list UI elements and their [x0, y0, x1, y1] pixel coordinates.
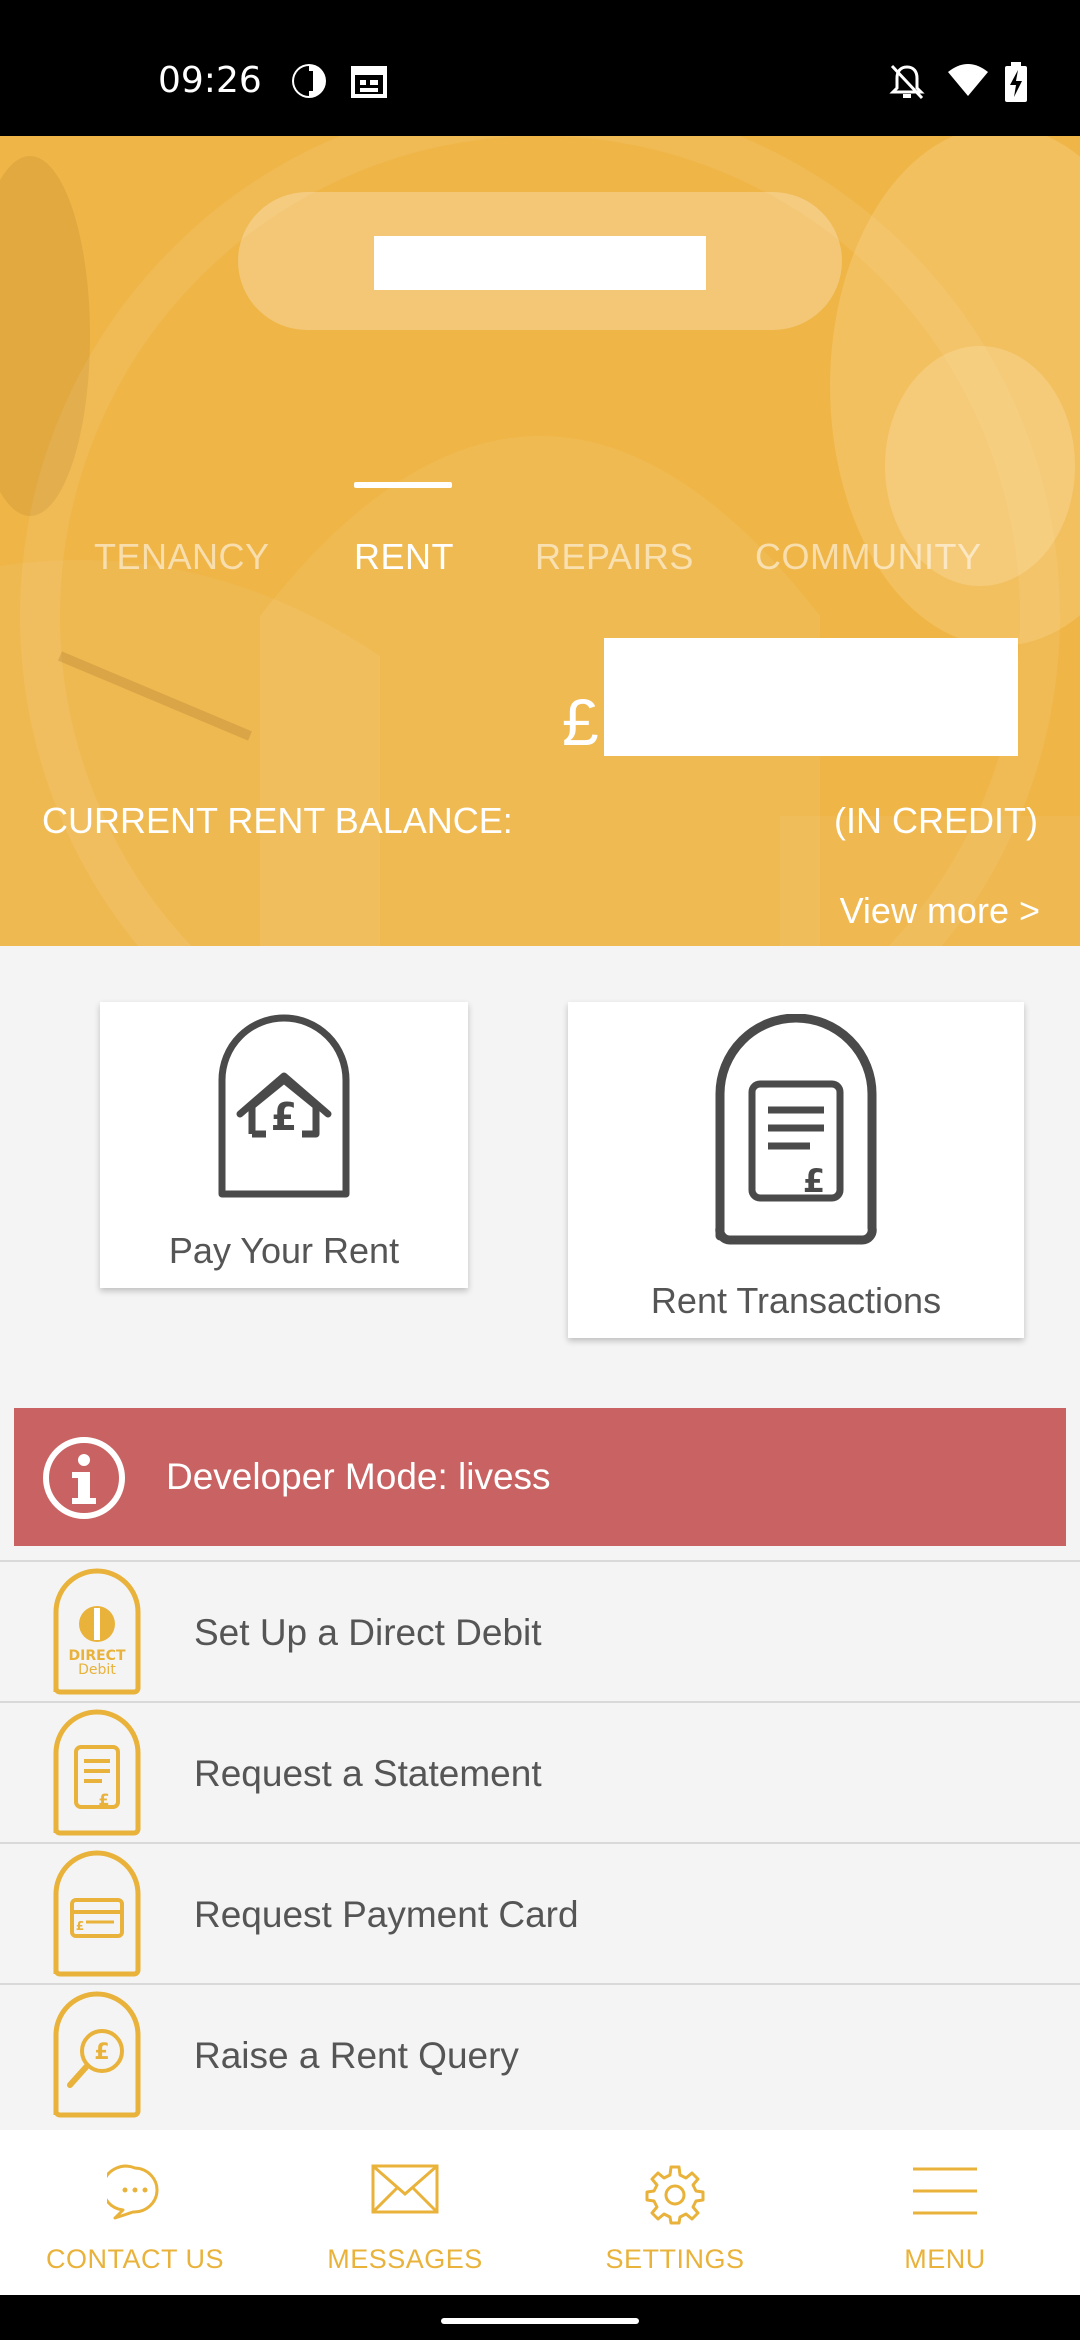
nav-label: SETTINGS	[605, 2244, 745, 2274]
svg-text:£: £	[98, 1790, 109, 1809]
bottom-navigation: CONTACT US MESSAGES SETTINGS MENU	[0, 2130, 1080, 2295]
view-more-link[interactable]: View more >	[840, 890, 1040, 932]
developer-mode-banner: Developer Mode: livess	[14, 1408, 1066, 1546]
tab-tenancy[interactable]: TENANCY	[94, 536, 270, 578]
home-indicator[interactable]	[441, 2318, 639, 2324]
calendar-icon	[351, 66, 387, 98]
gear-icon	[645, 2165, 705, 2225]
tab-community[interactable]: COMMUNITY	[755, 536, 981, 578]
data-saver-icon	[292, 64, 326, 98]
direct-debit-icon: DIRECT Debit	[53, 1568, 141, 1695]
list-item-direct-debit[interactable]: DIRECT Debit Set Up a Direct Debit	[0, 1560, 1080, 1700]
statement-icon: £	[53, 1709, 141, 1836]
pay-your-rent-card[interactable]: £ Pay Your Rent	[100, 1002, 468, 1288]
list-item-statement[interactable]: £ Request a Statement	[0, 1701, 1080, 1841]
nav-messages[interactable]: MESSAGES	[270, 2130, 540, 2295]
list-item-payment-card[interactable]: £ Request Payment Card	[0, 1842, 1080, 1982]
payment-card-icon: £	[53, 1850, 141, 1977]
nav-settings[interactable]: SETTINGS	[540, 2130, 810, 2295]
nav-menu[interactable]: MENU	[810, 2130, 1080, 2295]
document-pound-icon: £	[715, 1014, 877, 1245]
hero-banner: TENANCY RENT REPAIRS COMMUNITY £ CURRENT…	[0, 136, 1080, 946]
svg-text:£: £	[94, 2040, 109, 2065]
list-item-label: Request a Statement	[194, 1753, 542, 1794]
nav-label: MESSAGES	[327, 2244, 483, 2274]
list-item-label: Set Up a Direct Debit	[194, 1612, 542, 1653]
card-label: Rent Transactions	[650, 1280, 942, 1321]
logo	[374, 236, 706, 290]
svg-text:£: £	[271, 1095, 297, 1139]
rent-transactions-card[interactable]: £ Rent Transactions	[568, 1002, 1024, 1338]
list-item-rent-query[interactable]: £ Raise a Rent Query	[0, 1983, 1080, 2123]
wifi-icon	[948, 64, 988, 96]
info-icon	[43, 1437, 125, 1519]
currency-symbol: £	[562, 685, 599, 759]
nav-label: CONTACT US	[45, 2244, 224, 2274]
tab-bar: TENANCY RENT REPAIRS COMMUNITY	[0, 396, 1080, 577]
search-pound-icon: £	[53, 1991, 141, 2118]
tab-rent[interactable]: RENT	[354, 536, 454, 578]
chat-bubble-icon	[107, 2164, 159, 2220]
nav-label: MENU	[904, 2244, 986, 2274]
balance-status: (IN CREDIT)	[834, 800, 1038, 841]
svg-text:£: £	[76, 1919, 84, 1933]
envelope-icon	[371, 2164, 439, 2214]
list-item-label: Raise a Rent Query	[194, 2035, 519, 2076]
active-tab-indicator	[354, 482, 452, 488]
list-item-label: Request Payment Card	[194, 1894, 579, 1935]
notifications-off-icon	[889, 64, 925, 100]
balance-label: CURRENT RENT BALANCE:	[42, 800, 513, 841]
tab-repairs[interactable]: REPAIRS	[535, 536, 694, 578]
developer-mode-text: Developer Mode: livess	[166, 1456, 551, 1497]
status-bar: 09:26	[0, 0, 1080, 136]
nav-contact-us[interactable]: CONTACT US	[0, 2130, 270, 2295]
status-time: 09:26	[158, 60, 262, 101]
battery-charging-icon	[1005, 62, 1027, 102]
svg-text:£: £	[803, 1162, 825, 1200]
hamburger-icon	[913, 2167, 977, 2215]
house-pound-icon: £	[218, 1014, 350, 1198]
svg-text:Debit: Debit	[78, 1662, 116, 1678]
card-label: Pay Your Rent	[168, 1230, 400, 1271]
balance-amount	[604, 638, 1018, 756]
